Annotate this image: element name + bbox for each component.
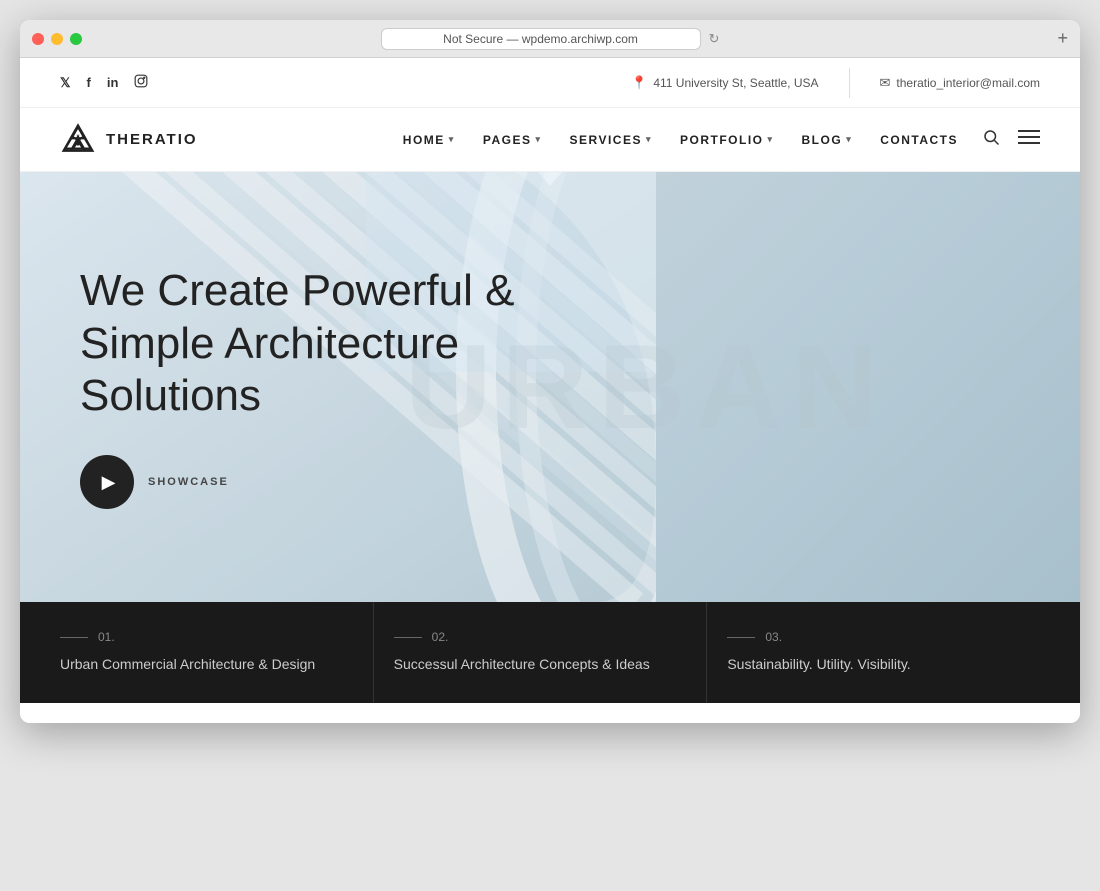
refresh-icon[interactable]: ↻: [709, 31, 720, 47]
feature-number-3: 03.: [727, 630, 1020, 644]
chevron-down-icon: ▾: [767, 134, 773, 145]
chevron-down-icon: ▾: [646, 134, 652, 145]
feature-title-3: Sustainability. Utility. Visibility.: [727, 654, 1020, 675]
top-bar: 𝕏 f in 📍 411 University St, Seattle, USA: [20, 58, 1080, 108]
logo-icon: [60, 122, 96, 158]
hero-title: We Create Powerful & Simple Architecture…: [80, 265, 540, 423]
url-bar[interactable]: Not Secure — wpdemo.archiwp.com: [381, 28, 701, 50]
hero-cta: ▶ SHOWCASE: [80, 455, 540, 509]
nav-actions: [982, 128, 1040, 151]
browser-dots: [32, 33, 82, 45]
location-icon: 📍: [631, 75, 647, 91]
nav-item-blog[interactable]: BLOG ▾: [802, 133, 853, 147]
facebook-icon[interactable]: f: [86, 75, 90, 90]
feature-item-2[interactable]: 02. Successul Architecture Concepts & Id…: [374, 602, 708, 703]
navbar: THERATIO HOME ▾ PAGES ▾ SERVICES ▾ PORTF…: [20, 108, 1080, 172]
email-icon: ✉: [880, 75, 891, 91]
divider: [849, 68, 850, 98]
nav-item-home[interactable]: HOME ▾: [403, 133, 455, 147]
feature-num-text-2: 02.: [432, 630, 449, 644]
browser-titlebar: Not Secure — wpdemo.archiwp.com ↻ +: [20, 20, 1080, 58]
email-text: theratio_interior@mail.com: [896, 76, 1040, 90]
address-text: 411 University St, Seattle, USA: [653, 76, 818, 90]
social-icons: 𝕏 f in: [60, 74, 148, 91]
hero-section: URBAN We Create Powerful & Simple Archit…: [20, 172, 1080, 602]
email-info: ✉ theratio_interior@mail.com: [880, 75, 1040, 91]
nav-item-services[interactable]: SERVICES ▾: [569, 133, 652, 147]
menu-icon[interactable]: [1018, 129, 1040, 150]
linkedin-icon[interactable]: in: [107, 75, 119, 90]
feature-line: [394, 637, 422, 638]
nav-links: HOME ▾ PAGES ▾ SERVICES ▾ PORTFOLIO ▾ BL…: [403, 133, 958, 147]
instagram-icon[interactable]: [134, 74, 148, 91]
nav-item-pages[interactable]: PAGES ▾: [483, 133, 542, 147]
chevron-down-icon: ▾: [449, 134, 455, 145]
feature-num-text-3: 03.: [765, 630, 782, 644]
browser-window: Not Secure — wpdemo.archiwp.com ↻ + 𝕏 f …: [20, 20, 1080, 723]
feature-item-3[interactable]: 03. Sustainability. Utility. Visibility.: [707, 602, 1040, 703]
website: 𝕏 f in 📍 411 University St, Seattle, USA: [20, 58, 1080, 723]
top-bar-right: 📍 411 University St, Seattle, USA ✉ ther…: [631, 68, 1040, 98]
bottom-strip: [20, 703, 1080, 723]
feature-number-2: 02.: [394, 630, 687, 644]
browser-address-bar: Not Secure — wpdemo.archiwp.com ↻: [32, 28, 1068, 50]
feature-line: [727, 637, 755, 638]
showcase-label: SHOWCASE: [148, 476, 229, 488]
feature-title-1: Urban Commercial Architecture & Design: [60, 654, 353, 675]
play-icon: ▶: [102, 472, 116, 493]
address-info: 📍 411 University St, Seattle, USA: [631, 75, 818, 91]
logo-text: THERATIO: [106, 131, 198, 148]
nav-item-contacts[interactable]: CONTACTS: [880, 133, 958, 147]
feature-item-1[interactable]: 01. Urban Commercial Architecture & Desi…: [60, 602, 374, 703]
feature-line: [60, 637, 88, 638]
search-icon[interactable]: [982, 128, 1000, 151]
logo[interactable]: THERATIO: [60, 122, 198, 158]
twitter-icon[interactable]: 𝕏: [60, 75, 70, 91]
close-dot[interactable]: [32, 33, 44, 45]
hero-content: We Create Powerful & Simple Architecture…: [20, 225, 600, 549]
new-tab-button[interactable]: +: [1057, 28, 1068, 49]
feature-num-text-1: 01.: [98, 630, 115, 644]
nav-item-portfolio[interactable]: PORTFOLIO ▾: [680, 133, 774, 147]
chevron-down-icon: ▾: [535, 134, 541, 145]
chevron-down-icon: ▾: [846, 134, 852, 145]
play-button[interactable]: ▶: [80, 455, 134, 509]
minimize-dot[interactable]: [51, 33, 63, 45]
maximize-dot[interactable]: [70, 33, 82, 45]
feature-bar: 01. Urban Commercial Architecture & Desi…: [20, 602, 1080, 703]
feature-title-2: Successul Architecture Concepts & Ideas: [394, 654, 687, 675]
feature-number-1: 01.: [60, 630, 353, 644]
